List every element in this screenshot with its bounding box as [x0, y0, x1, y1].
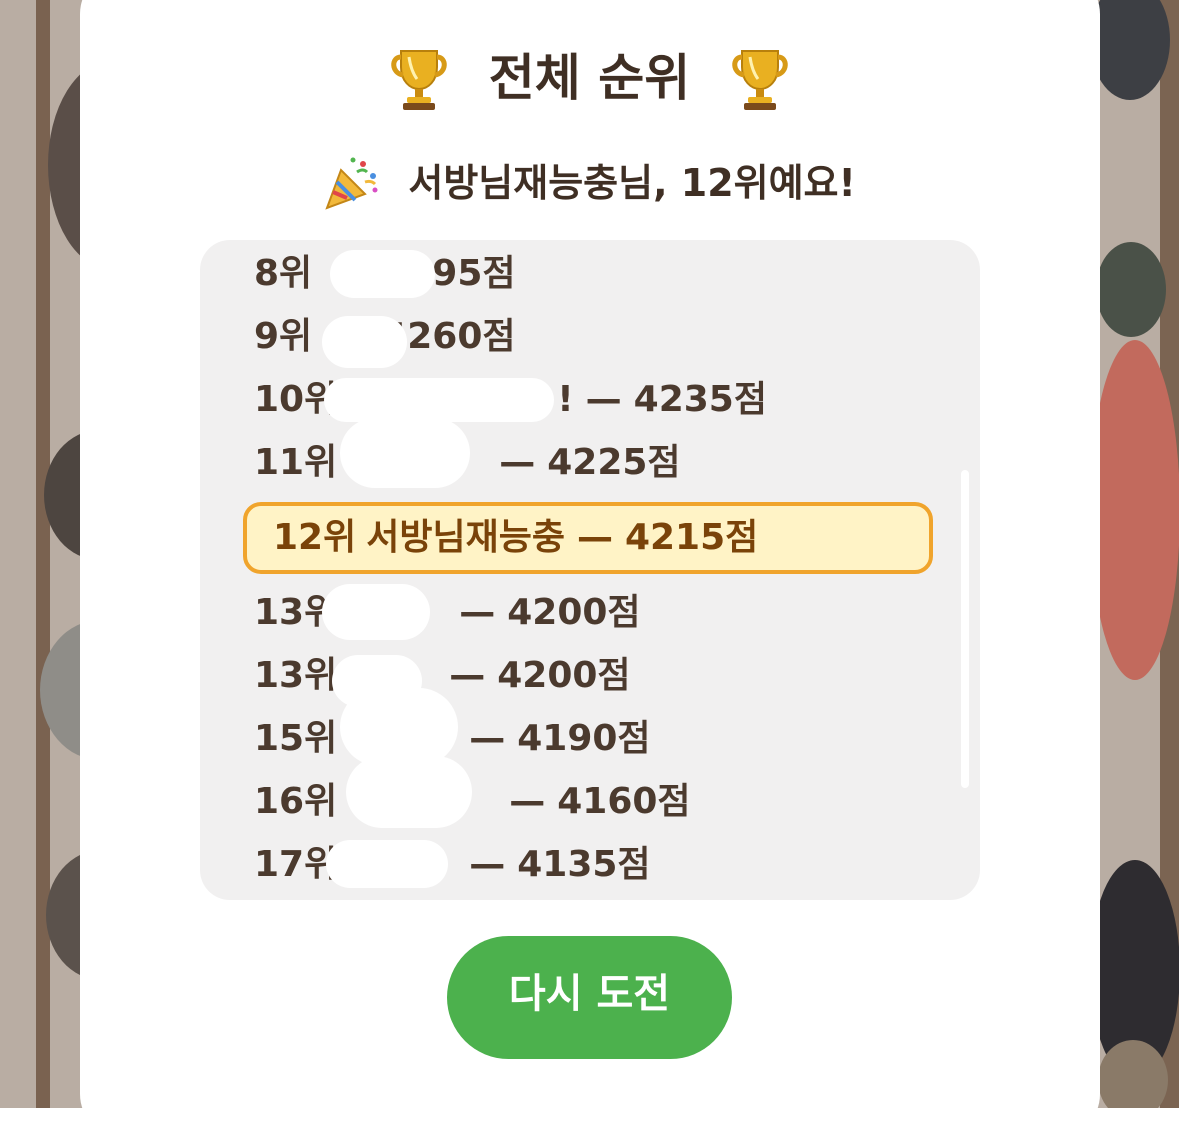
rank-label: 15위	[254, 718, 338, 759]
redaction-mark	[346, 756, 472, 828]
ranking-title: 전체 순위	[0, 42, 1179, 111]
party-popper-icon	[323, 154, 381, 212]
score-value: 4190점	[517, 718, 651, 759]
retry-button[interactable]: 다시 도전	[447, 936, 732, 1059]
score-value: 4135점	[517, 844, 651, 885]
ranking-title-text: 전체 순위	[488, 48, 691, 107]
redaction-mark	[322, 584, 430, 640]
separator: —	[469, 844, 506, 885]
separator: —	[449, 655, 486, 696]
redaction-mark	[322, 316, 407, 368]
trophy-icon	[387, 45, 451, 111]
score-value: 4215점	[624, 517, 759, 558]
list-item: 17위 — 4135점	[254, 835, 651, 895]
score-value: 4225점	[547, 442, 681, 483]
ranking-scrollbar[interactable]	[961, 470, 969, 788]
result-message: 서방님재능충님, 12위예요!	[0, 150, 1179, 213]
background-photo	[1090, 340, 1179, 680]
redaction-mark	[330, 250, 435, 298]
list-item: 13위 —4200점	[254, 583, 641, 643]
separator: —	[576, 517, 613, 558]
score-value: 4160점	[557, 781, 691, 822]
rank-label: 11위	[254, 442, 338, 483]
separator: —	[459, 592, 496, 633]
separator: —	[469, 718, 506, 759]
redaction-mark	[326, 840, 448, 888]
result-message-text: 서방님재능충님, 12위예요!	[408, 160, 856, 205]
current-user-row: 12위 서방님재능충 — 4215점	[243, 502, 933, 574]
rank-label: 13위	[254, 655, 338, 696]
redaction-mark	[324, 378, 554, 422]
rank-label: 12위	[273, 517, 357, 558]
player-name: !	[557, 379, 574, 420]
background-photo	[1096, 242, 1166, 337]
rank-label: 8위	[254, 253, 313, 294]
redaction-mark	[340, 688, 458, 766]
player-name: 서방님재능충	[366, 517, 565, 558]
rank-label: 16위	[254, 781, 338, 822]
redaction-mark	[340, 418, 470, 488]
score-value: 4235점	[633, 379, 767, 420]
score-value: 4200점	[507, 592, 641, 633]
trophy-icon	[728, 45, 792, 111]
ranking-list[interactable]: 8위—4295점 9위—4260점 10위!—4235점 11위—4225점 1…	[200, 240, 980, 900]
rank-label: 9위	[254, 316, 313, 357]
separator: —	[585, 379, 622, 420]
score-value: 4200점	[497, 655, 631, 696]
separator: —	[509, 781, 546, 822]
rank-label: 17위	[254, 844, 338, 885]
list-item: 16위 — 4160점	[254, 772, 691, 832]
separator: —	[499, 442, 536, 483]
